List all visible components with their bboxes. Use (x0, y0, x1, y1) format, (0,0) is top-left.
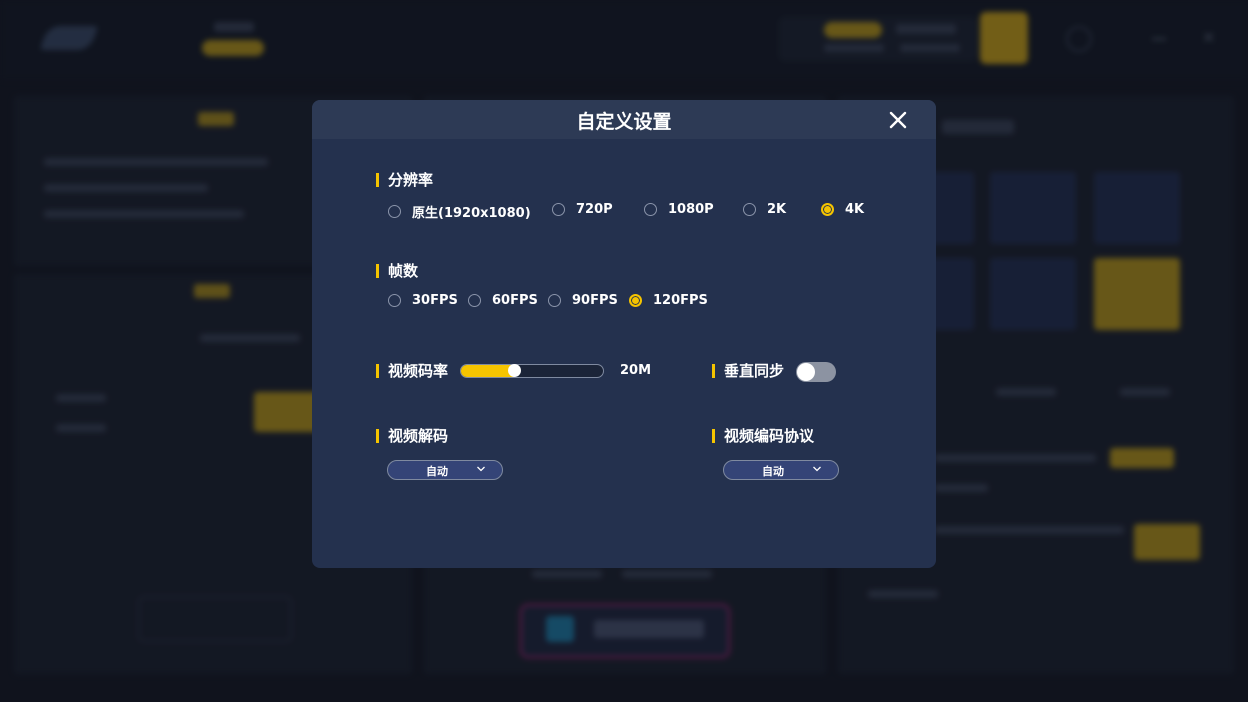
radio-label: 120FPS (653, 293, 708, 308)
radio-label: 720P (576, 202, 613, 217)
decode-select[interactable]: 自动 (387, 460, 503, 480)
radio-dot (552, 203, 565, 216)
radio-fps-30[interactable]: 30FPS (388, 293, 458, 308)
radio-label: 60FPS (492, 293, 538, 308)
radio-fps-90[interactable]: 90FPS (548, 293, 618, 308)
radio-dot (468, 294, 481, 307)
radio-dot (548, 294, 561, 307)
resolution-label: 分辨率 (376, 171, 433, 189)
slider-fill (461, 365, 514, 377)
toggle-knob (797, 363, 815, 381)
radio-label: 原生(1920x1080) (412, 206, 531, 221)
radio-label: 4K (845, 202, 865, 217)
radio-fps-60[interactable]: 60FPS (468, 293, 538, 308)
radio-resolution-2k[interactable]: 2K (743, 202, 786, 217)
radio-label: 90FPS (572, 293, 618, 308)
radio-dot (743, 203, 756, 216)
fps-label: 帧数 (376, 262, 418, 280)
custom-settings-dialog: 自定义设置 分辨率 原生(1920x1080) 720P 1080P 2K 4K… (312, 100, 936, 568)
close-button[interactable] (886, 108, 910, 132)
radio-dot (388, 294, 401, 307)
radio-dot (644, 203, 657, 216)
vsync-label: 垂直同步 (712, 362, 784, 380)
close-icon (889, 111, 907, 129)
radio-label: 1080P (668, 202, 714, 217)
vsync-toggle[interactable] (796, 362, 836, 382)
radio-resolution-4k[interactable]: 4K (821, 202, 864, 217)
dialog-title: 自定义设置 (576, 111, 672, 133)
bitrate-label: 视频码率 (376, 362, 448, 380)
encode-protocol-select-value: 自动 (762, 465, 784, 478)
decode-label: 视频解码 (376, 427, 448, 445)
chevron-down-icon (813, 466, 821, 472)
radio-dot (821, 203, 834, 216)
slider-handle[interactable] (508, 364, 521, 377)
radio-resolution-720p[interactable]: 720P (552, 202, 613, 217)
bitrate-slider[interactable] (460, 364, 604, 378)
radio-dot (388, 205, 401, 218)
encode-protocol-select[interactable]: 自动 (723, 460, 839, 480)
bitrate-value: 20M (620, 363, 652, 378)
chevron-down-icon (477, 466, 485, 472)
dialog-header: 自定义设置 (312, 100, 936, 139)
radio-dot (629, 294, 642, 307)
decode-select-value: 自动 (426, 465, 448, 478)
radio-label: 30FPS (412, 293, 458, 308)
radio-fps-120[interactable]: 120FPS (629, 293, 708, 308)
radio-label: 2K (767, 202, 787, 217)
radio-resolution-1080p[interactable]: 1080P (644, 202, 714, 217)
encode-protocol-label: 视频编码协议 (712, 427, 814, 445)
radio-resolution-native[interactable]: 原生(1920x1080) (388, 202, 531, 221)
